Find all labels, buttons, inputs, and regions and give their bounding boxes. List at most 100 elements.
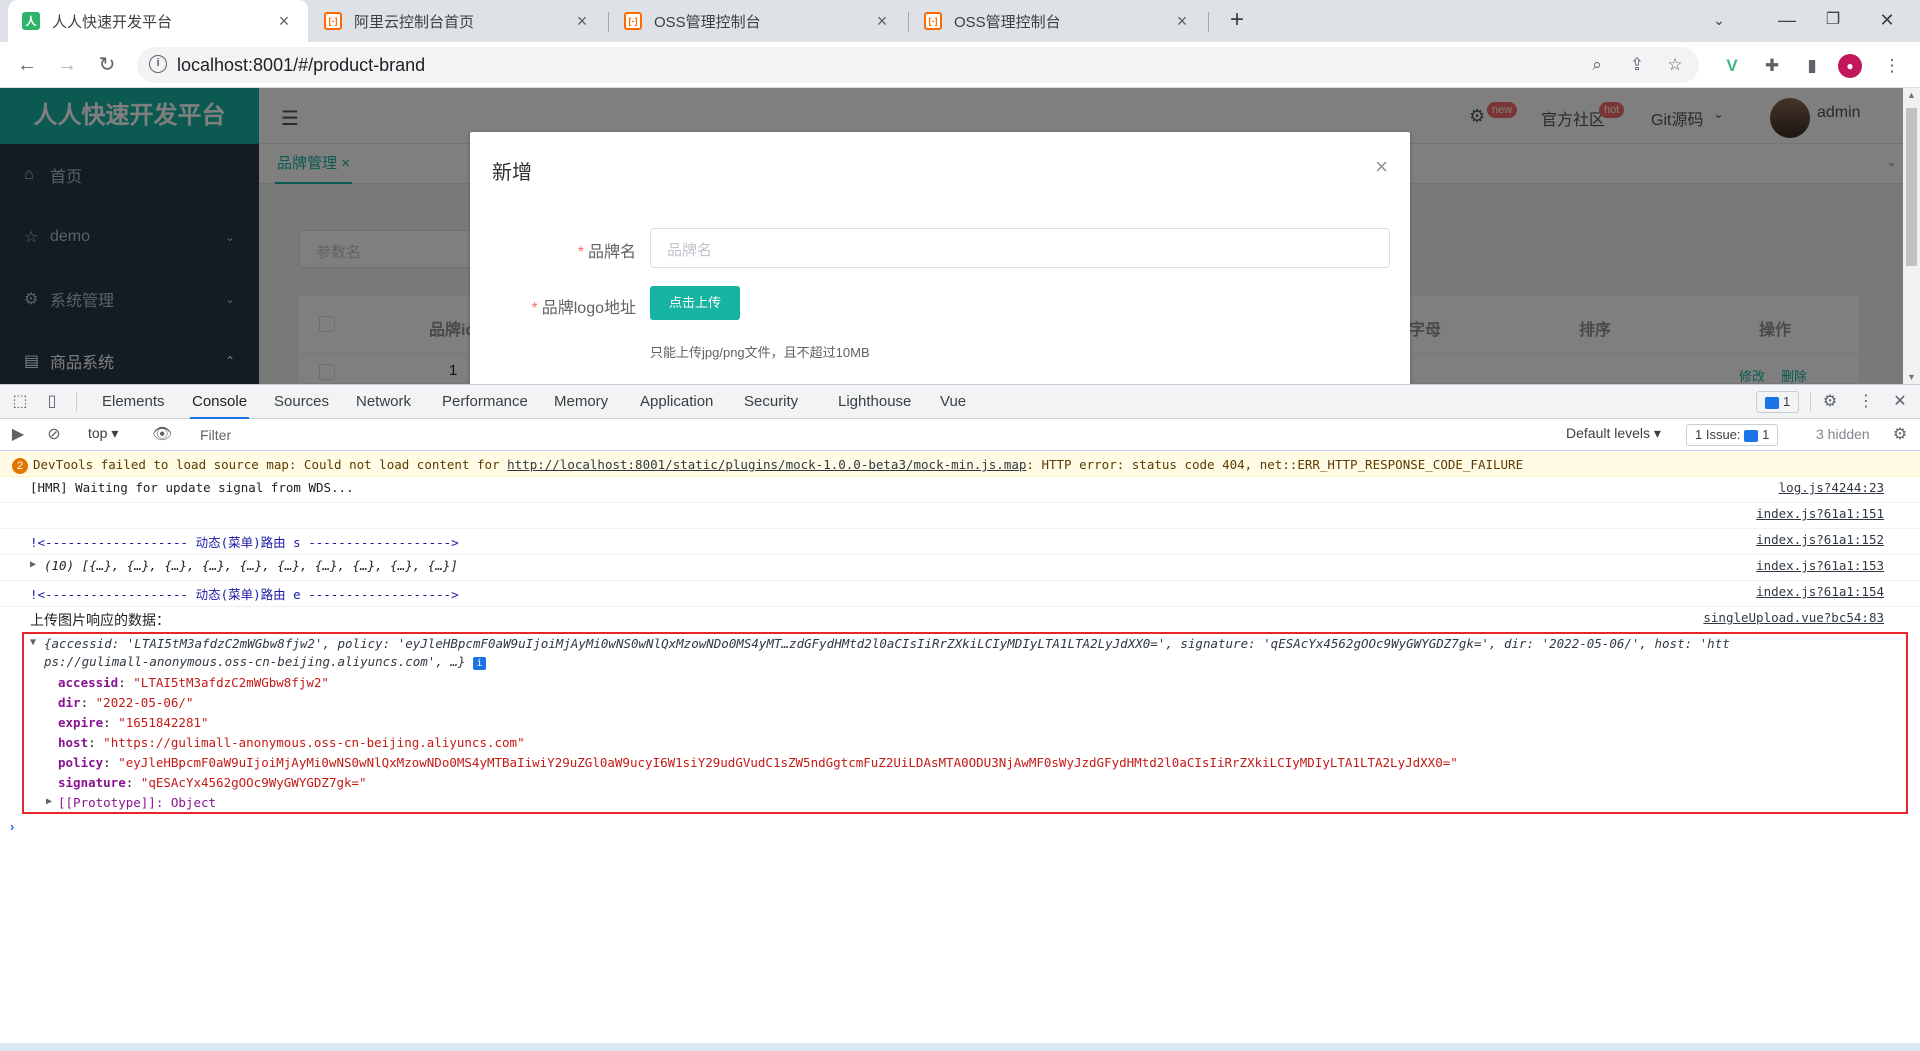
profile-icon[interactable]: ● xyxy=(1838,54,1862,78)
close-window-button[interactable]: ✕ xyxy=(1864,0,1910,40)
back-icon[interactable]: ← xyxy=(12,50,42,80)
forward-icon[interactable]: → xyxy=(52,50,82,80)
minimize-button[interactable]: — xyxy=(1764,0,1810,40)
object-summary: ps://gulimall-anonymous.oss-cn-beijing.a… xyxy=(44,654,486,670)
add-brand-dialog: 新增 × * 品牌名 品牌名 * 品牌logo地址 点击上传 只能上传jpg/png… xyxy=(470,132,1410,384)
browser-tab-oss-2[interactable]: [-] OSS管理控制台 × xyxy=(910,0,1206,42)
browser-tab-aliyun-console[interactable]: [-] 阿里云控制台首页 × xyxy=(310,0,606,42)
tab-memory[interactable]: Memory xyxy=(552,385,610,419)
eye-icon[interactable]: 👁 xyxy=(152,425,172,445)
site-info-icon[interactable]: i xyxy=(149,55,167,73)
tab-application[interactable]: Application xyxy=(638,385,715,419)
browser-tab-renren[interactable]: 人 人人快速开发平台 × xyxy=(8,0,308,42)
tab-sources[interactable]: Sources xyxy=(272,385,331,419)
tab-elements[interactable]: Elements xyxy=(100,385,167,419)
more-options-icon[interactable]: ⋮ xyxy=(1856,392,1876,412)
close-icon[interactable]: × xyxy=(872,11,892,32)
console-settings-icon[interactable]: ⚙ xyxy=(1890,425,1910,445)
info-icon[interactable]: i xyxy=(472,657,486,670)
log-source-link[interactable]: index.js?61a1:153 xyxy=(1756,558,1884,573)
tab-vue[interactable]: Vue xyxy=(938,385,968,419)
log-source-link[interactable]: singleUpload.vue?bc54:83 xyxy=(1703,610,1884,625)
settings-gear-icon[interactable]: ⚙ xyxy=(1820,392,1840,412)
object-property: host: "https://gulimall-anonymous.oss-cn… xyxy=(58,735,525,750)
inspect-element-icon[interactable]: ⬚ xyxy=(10,392,30,412)
browser-tab-oss-1[interactable]: [-] OSS管理控制台 × xyxy=(610,0,906,42)
close-icon[interactable]: × xyxy=(274,11,294,32)
extensions-icon[interactable]: ✚ xyxy=(1760,54,1784,78)
object-summary[interactable]: {accessid: 'LTAI5tM3afdzC2mWGbw8fjw2', p… xyxy=(44,636,1730,651)
prop-value: "2022-05-06/" xyxy=(95,695,194,710)
restore-button[interactable]: ❐ xyxy=(1810,0,1856,40)
new-tab-button[interactable]: + xyxy=(1222,6,1252,36)
vue-devtools-icon[interactable]: V xyxy=(1720,54,1744,78)
prop-key: signature xyxy=(58,775,126,790)
log-source-link[interactable]: index.js?61a1:151 xyxy=(1756,506,1884,521)
tab-network[interactable]: Network xyxy=(354,385,413,419)
tab-console[interactable]: Console xyxy=(190,385,250,419)
zoom-icon[interactable]: ⌕ xyxy=(1587,55,1607,75)
console-toolbar: ▶ ⊘ top ▾ 👁 Filter Default levels ▾ 1 Is… xyxy=(0,419,1920,451)
object-summary-text: ps://gulimall-anonymous.oss-cn-beijing.a… xyxy=(44,654,466,669)
object-prototype[interactable]: [[Prototype]]: Object xyxy=(58,795,216,810)
object-property: signature: "qESAcYx4562gOOc9WyGWYGDZ7gk=… xyxy=(58,775,367,790)
log-source-link[interactable]: index.js?61a1:152 xyxy=(1756,532,1884,547)
scroll-up-icon[interactable]: ▲ xyxy=(1903,90,1920,100)
object-property: accessid: "LTAI5tM3afdzC2mWGbw8fjw2" xyxy=(58,675,329,690)
close-icon[interactable]: × xyxy=(572,11,592,32)
expand-triangle-icon[interactable]: ▶ xyxy=(46,796,52,807)
tab-separator xyxy=(1208,12,1209,32)
address-bar[interactable]: i localhost:8001/#/product-brand ⌕ ⇪ ☆ xyxy=(137,47,1699,83)
warning-text: DevTools failed to load source map: Coul… xyxy=(33,457,508,472)
logo-url-label: * 品牌logo地址 xyxy=(531,300,637,317)
scroll-down-icon[interactable]: ▼ xyxy=(1903,372,1920,382)
sidebar-toggle-icon[interactable]: ▶ xyxy=(8,425,28,445)
close-icon[interactable]: × xyxy=(1172,11,1192,32)
reload-icon[interactable]: ↻ xyxy=(92,50,122,80)
message-icon xyxy=(1765,396,1779,409)
warning-count-badge: 2 xyxy=(12,458,28,474)
upload-button[interactable]: 点击上传 xyxy=(650,286,740,320)
expanded-object: ▼ {accessid: 'LTAI5tM3afdzC2mWGbw8fjw2',… xyxy=(0,633,1920,813)
tab-performance[interactable]: Performance xyxy=(440,385,530,419)
console-line: !<------------------- 动态(菜单)路由 e -------… xyxy=(0,581,1920,607)
expand-triangle-icon[interactable]: ▶ xyxy=(30,559,36,570)
more-menu-icon[interactable]: ⋮ xyxy=(1880,54,1904,78)
console-line[interactable]: ▶ (10) [{…}, {…}, {…}, {…}, {…}, {…}, {…… xyxy=(0,555,1920,581)
share-icon[interactable]: ⇪ xyxy=(1627,55,1647,75)
context-select[interactable]: top ▾ xyxy=(88,425,118,442)
sourcemap-link[interactable]: http://localhost:8001/static/plugins/moc… xyxy=(507,457,1026,472)
prop-value: "https://gulimall-anonymous.oss-cn-beiji… xyxy=(103,735,525,750)
tab-search-icon[interactable]: ⌄ xyxy=(1696,0,1742,40)
bookmark-star-icon[interactable]: ☆ xyxy=(1665,55,1685,75)
scrollbar-thumb[interactable] xyxy=(1906,108,1917,266)
object-property: dir: "2022-05-06/" xyxy=(58,695,194,710)
object-property: expire: "1651842281" xyxy=(58,715,209,730)
issues-counter[interactable]: 1 xyxy=(1756,391,1800,413)
log-source-link[interactable]: log.js?4244:23 xyxy=(1779,480,1884,495)
issue-label: 1 Issue: xyxy=(1695,427,1741,442)
tab-separator xyxy=(908,12,909,32)
console-input[interactable] xyxy=(28,815,1908,837)
brand-name-input[interactable]: 品牌名 xyxy=(650,228,1390,268)
close-devtools-icon[interactable]: ✕ xyxy=(1890,392,1910,412)
collapse-triangle-icon[interactable]: ▼ xyxy=(30,637,36,648)
log-levels-dropdown[interactable]: Default levels ▾ xyxy=(1566,425,1661,442)
url-text[interactable]: localhost:8001/#/product-brand xyxy=(177,55,425,76)
aliyun-icon: [-] xyxy=(324,12,342,30)
brand-name-label: * 品牌名 xyxy=(577,244,636,261)
log-source-link[interactable]: index.js?61a1:154 xyxy=(1756,584,1884,599)
tab-security[interactable]: Security xyxy=(742,385,800,419)
side-panel-icon[interactable]: ▮ xyxy=(1800,54,1824,78)
prop-value: "eyJleHBpcmF0aW9uIjoiMjAyMi0wNS0wNlQxMzo… xyxy=(118,755,1458,770)
dialog-title: 新增 xyxy=(492,162,532,184)
device-toolbar-icon[interactable]: ▯ xyxy=(42,392,62,412)
page-scrollbar[interactable]: ▲ ▼ xyxy=(1903,88,1920,384)
tab-lighthouse[interactable]: Lighthouse xyxy=(836,385,913,419)
console-filter-input[interactable]: Filter xyxy=(188,423,1548,447)
upload-tip: 只能上传jpg/png文件，且不超过10MB xyxy=(650,345,870,360)
issues-button[interactable]: 1 Issue: 1 xyxy=(1686,424,1779,446)
close-icon[interactable]: × xyxy=(1375,154,1388,180)
clear-console-icon[interactable]: ⊘ xyxy=(44,425,64,445)
browser-toolbar: ← → ↻ i localhost:8001/#/product-brand ⌕… xyxy=(0,42,1920,88)
